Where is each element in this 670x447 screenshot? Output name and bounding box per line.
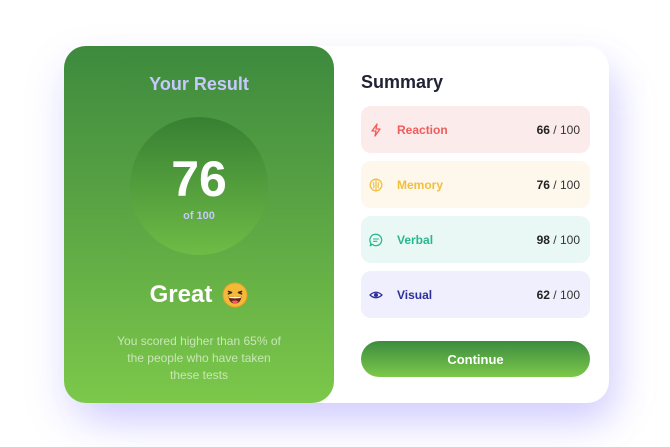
summary-item-reaction: Reaction 66 / 100	[361, 106, 590, 153]
summary-item-label: Reaction	[397, 122, 448, 137]
score-max: / 100	[549, 287, 580, 302]
continue-button[interactable]: Continue	[361, 341, 590, 377]
summary-item-score: 98 / 100	[537, 233, 580, 247]
summary-item-verbal: Verbal 98 / 100	[361, 216, 590, 263]
score-value: 98	[536, 232, 550, 247]
summary-item-score: 62 / 100	[537, 288, 580, 302]
summary-list: Reaction 66 / 100 Memory 76 / 100 Verbal…	[361, 106, 590, 318]
summary-item-score: 66 / 100	[537, 123, 580, 137]
score-value: 76	[171, 151, 227, 207]
eye-icon	[369, 288, 383, 302]
laughing-face-emoji-icon	[222, 282, 248, 308]
score-value: 76	[536, 177, 550, 192]
summary-item-memory: Memory 76 / 100	[361, 161, 590, 208]
summary-title: Summary	[361, 72, 444, 92]
summary-item-label: Verbal	[397, 232, 434, 247]
score-value: 66	[536, 122, 550, 137]
result-description: You scored higher than 65% of the people…	[117, 334, 281, 382]
score-max: / 100	[549, 232, 580, 247]
rating: Great	[150, 281, 249, 309]
brain-icon	[369, 178, 383, 192]
rating-text: Great	[149, 281, 213, 308]
lightning-icon	[369, 122, 383, 137]
score-value: 62	[536, 287, 550, 302]
results-summary-card: Your Result 76 of 100 Great You scored h…	[64, 46, 609, 403]
summary-item-label: Memory	[397, 177, 444, 192]
summary-item-label: Visual	[397, 287, 433, 302]
summary-item-score: 76 / 100	[537, 178, 580, 192]
result-title: Your Result	[149, 74, 249, 94]
chat-bubble-icon	[369, 233, 383, 247]
score-max-label: of 100	[183, 210, 215, 222]
summary-item-visual: Visual 62 / 100	[361, 271, 590, 318]
summary-panel: Summary Reaction 66 / 100 Memory 76 / 10…	[334, 46, 609, 403]
score-circle: 76 of 100	[130, 117, 268, 255]
score-max: / 100	[549, 177, 580, 192]
score-max: / 100	[549, 122, 580, 137]
result-panel: Your Result 76 of 100 Great You scored h…	[64, 46, 334, 403]
